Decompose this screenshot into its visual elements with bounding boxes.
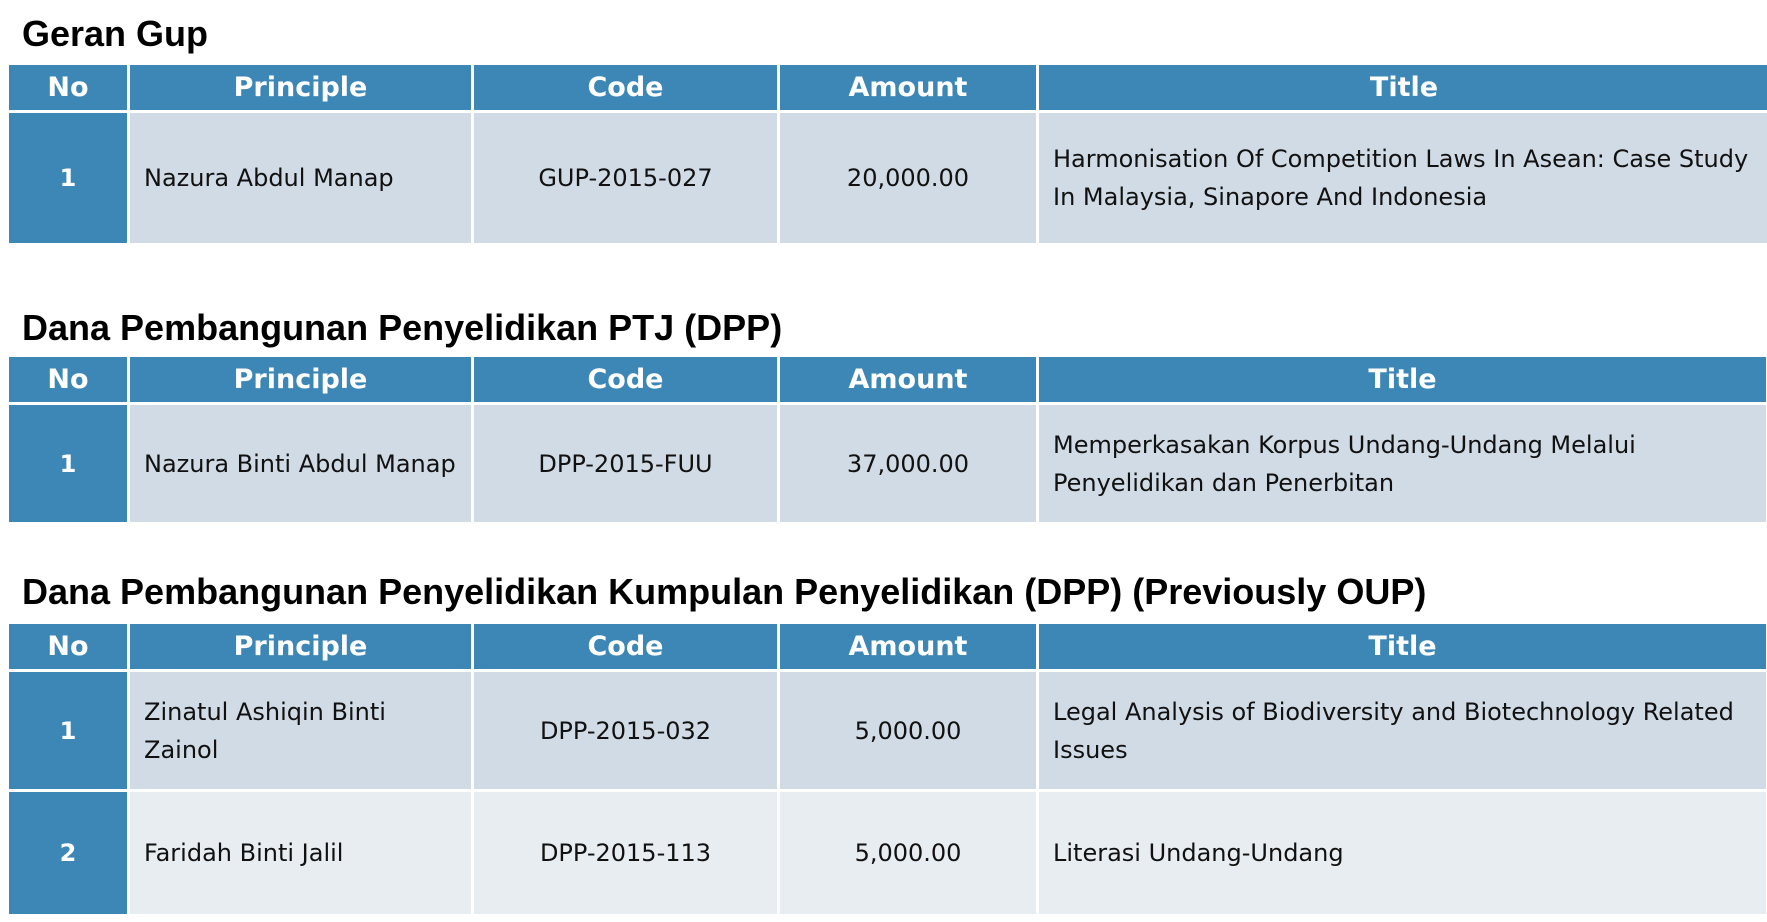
title-cell: Harmonisation Of Competition Laws In Ase… bbox=[1039, 113, 1767, 243]
amount-cell: 37,000.00 bbox=[780, 405, 1036, 522]
column-header-amount: Amount bbox=[780, 624, 1036, 669]
section-heading-geran-gup: Geran Gup bbox=[22, 13, 209, 54]
title-cell: Literasi Undang-Undang bbox=[1039, 792, 1766, 914]
table-header-row: No Principle Code Amount Title bbox=[9, 65, 1767, 110]
table-header-row: No Principle Code Amount Title bbox=[9, 624, 1766, 669]
column-header-code: Code bbox=[474, 65, 777, 110]
amount-cell: 5,000.00 bbox=[780, 792, 1036, 914]
principle-cell: Nazura Abdul Manap bbox=[130, 113, 471, 243]
row-number: 1 bbox=[9, 672, 127, 789]
column-header-principle: Principle bbox=[130, 65, 471, 110]
code-cell: DPP-2015-FUU bbox=[474, 405, 777, 522]
title-cell: Legal Analysis of Biodiversity and Biote… bbox=[1039, 672, 1766, 789]
column-header-principle: Principle bbox=[130, 357, 471, 402]
row-number: 1 bbox=[9, 113, 127, 243]
code-cell: DPP-2015-113 bbox=[474, 792, 777, 914]
column-header-title: Title bbox=[1039, 357, 1766, 402]
column-header-title: Title bbox=[1039, 65, 1767, 110]
code-cell: DPP-2015-032 bbox=[474, 672, 777, 789]
table-row: 2 Faridah Binti Jalil DPP-2015-113 5,000… bbox=[9, 792, 1766, 914]
principle-cell: Faridah Binti Jalil bbox=[130, 792, 471, 914]
table-row: 1 Nazura Binti Abdul Manap DPP-2015-FUU … bbox=[9, 405, 1766, 522]
grant-table-dpp-ptj: No Principle Code Amount Title 1 Nazura … bbox=[6, 354, 1767, 525]
table-row: 1 Zinatul Ashiqin Binti Zainol DPP-2015-… bbox=[9, 672, 1766, 789]
section-heading-dpp-ptj: Dana Pembangunan Penyelidikan PTJ (DPP) bbox=[22, 307, 783, 348]
column-header-amount: Amount bbox=[780, 65, 1036, 110]
column-header-amount: Amount bbox=[780, 357, 1036, 402]
amount-cell: 5,000.00 bbox=[780, 672, 1036, 789]
column-header-no: No bbox=[9, 357, 127, 402]
table-row: 1 Nazura Abdul Manap GUP-2015-027 20,000… bbox=[9, 113, 1767, 243]
row-number: 1 bbox=[9, 405, 127, 522]
row-number: 2 bbox=[9, 792, 127, 914]
column-header-code: Code bbox=[474, 357, 777, 402]
table-header-row: No Principle Code Amount Title bbox=[9, 357, 1766, 402]
column-header-code: Code bbox=[474, 624, 777, 669]
code-cell: GUP-2015-027 bbox=[474, 113, 777, 243]
principle-cell: Nazura Binti Abdul Manap bbox=[130, 405, 471, 522]
amount-cell: 20,000.00 bbox=[780, 113, 1036, 243]
grant-table-dpp-kumpulan: No Principle Code Amount Title 1 Zinatul… bbox=[6, 621, 1767, 917]
column-header-title: Title bbox=[1039, 624, 1766, 669]
grant-table-geran-gup: No Principle Code Amount Title 1 Nazura … bbox=[6, 62, 1767, 246]
principle-cell: Zinatul Ashiqin Binti Zainol bbox=[130, 672, 471, 789]
column-header-principle: Principle bbox=[130, 624, 471, 669]
section-heading-dpp-kumpulan: Dana Pembangunan Penyelidikan Kumpulan P… bbox=[22, 571, 1427, 612]
column-header-no: No bbox=[9, 624, 127, 669]
title-cell: Memperkasakan Korpus Undang-Undang Melal… bbox=[1039, 405, 1766, 522]
column-header-no: No bbox=[9, 65, 127, 110]
